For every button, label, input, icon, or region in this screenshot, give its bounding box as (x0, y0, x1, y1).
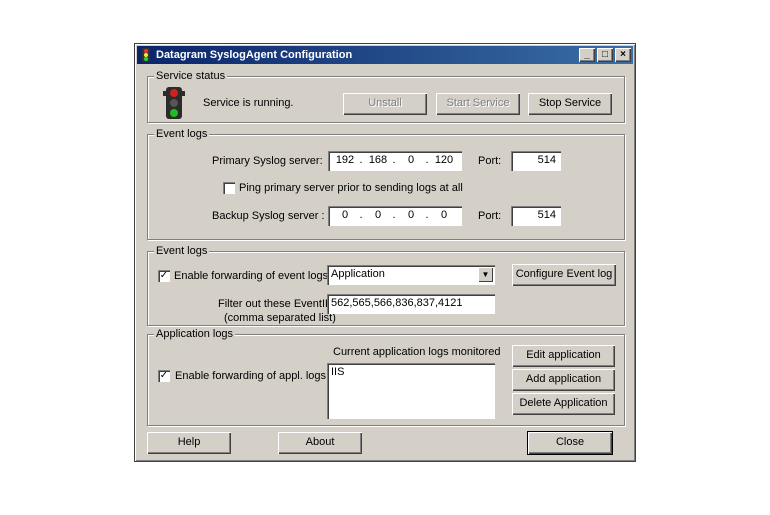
service-status-label: Service status (154, 70, 228, 82)
enable-event-forwarding-checkbox[interactable]: ✓ (158, 270, 170, 282)
primary-port-field[interactable]: 514 (511, 151, 561, 171)
ping-checkbox[interactable] (223, 182, 235, 194)
ip-dot: . (359, 154, 363, 166)
service-status-group: Service status Service is running. Unsta… (147, 70, 625, 123)
event-logs-forwarding-group: Event logs ✓ Enable forwarding of event … (147, 245, 625, 326)
ip-octet: 0 (407, 154, 415, 166)
enable-appl-forwarding-label: Enable forwarding of appl. logs (175, 370, 327, 382)
ping-label: Ping primary server prior to sending log… (239, 182, 463, 194)
event-logs-servers-group: Event logs Primary Syslog server: 192 . … (147, 128, 625, 240)
backup-port-field[interactable]: 514 (511, 206, 561, 226)
uninstall-button[interactable]: Unstall (343, 93, 427, 115)
ip-octet: 0 (374, 209, 382, 221)
primary-server-label: Primary Syslog server: (212, 155, 323, 167)
configure-event-log-button[interactable]: Configure Event log (512, 264, 616, 286)
ip-octet: 0 (407, 209, 415, 221)
stop-service-button[interactable]: Stop Service (528, 93, 612, 115)
help-button[interactable]: Help (147, 432, 231, 454)
title-bar[interactable]: Datagram SyslogAgent Configuration _ □ × (137, 46, 633, 64)
event-log-select-value: Application (331, 268, 385, 280)
close-window-button[interactable]: × (615, 48, 631, 62)
ip-octet: 168 (368, 154, 388, 166)
event-logs-forwarding-label: Event logs (154, 245, 210, 257)
ip-dot: . (392, 154, 396, 166)
primary-port-label: Port: (478, 155, 502, 167)
event-logs-label: Event logs (154, 128, 210, 140)
about-button[interactable]: About (278, 432, 362, 454)
filter-sublabel: (comma separated list) (224, 312, 336, 324)
minimize-button[interactable]: _ (579, 48, 595, 62)
ip-dot: . (425, 209, 429, 221)
ip-dot: . (359, 209, 363, 221)
maximize-button[interactable]: □ (597, 48, 613, 62)
start-service-button[interactable]: Start Service (436, 93, 520, 115)
event-log-select[interactable]: Application ▼ (327, 265, 495, 285)
backup-port-label: Port: (478, 210, 502, 222)
primary-ip-field[interactable]: 192 . 168 . 0 . 120 (328, 151, 462, 171)
edit-application-button[interactable]: Edit application (512, 345, 615, 367)
service-status-text: Service is running. (203, 97, 294, 109)
ip-octet: 0 (341, 209, 349, 221)
traffic-light-icon (163, 87, 185, 119)
backup-server-label: Backup Syslog server : (212, 210, 325, 222)
ip-dot: . (392, 209, 396, 221)
filter-label: Filter out these EventIDs: (218, 298, 342, 310)
delete-application-button[interactable]: Delete Application (512, 393, 615, 415)
application-logs-group: Application logs Current application log… (147, 328, 625, 426)
close-button[interactable]: Close (527, 431, 613, 455)
ip-octet: 120 (434, 154, 454, 166)
application-logs-label: Application logs (154, 328, 236, 340)
backup-ip-field[interactable]: 0 . 0 . 0 . 0 (328, 206, 462, 226)
list-item[interactable]: IIS (331, 366, 495, 379)
config-window: Datagram SyslogAgent Configuration _ □ ×… (134, 43, 636, 462)
enable-appl-forwarding-checkbox[interactable]: ✓ (158, 370, 170, 382)
event-id-filter-input[interactable]: 562,565,566,836,837,4121 (327, 294, 495, 314)
monitored-apps-list[interactable]: IIS (327, 363, 495, 419)
chevron-down-icon[interactable]: ▼ (478, 267, 493, 282)
monitored-label: Current application logs monitored (333, 346, 501, 358)
enable-event-forwarding-label: Enable forwarding of event logs (174, 270, 329, 282)
add-application-button[interactable]: Add application (512, 369, 615, 391)
app-icon (142, 48, 150, 62)
ip-dot: . (425, 154, 429, 166)
ip-octet: 0 (440, 209, 448, 221)
window-title: Datagram SyslogAgent Configuration (156, 49, 353, 61)
ip-octet: 192 (335, 154, 355, 166)
